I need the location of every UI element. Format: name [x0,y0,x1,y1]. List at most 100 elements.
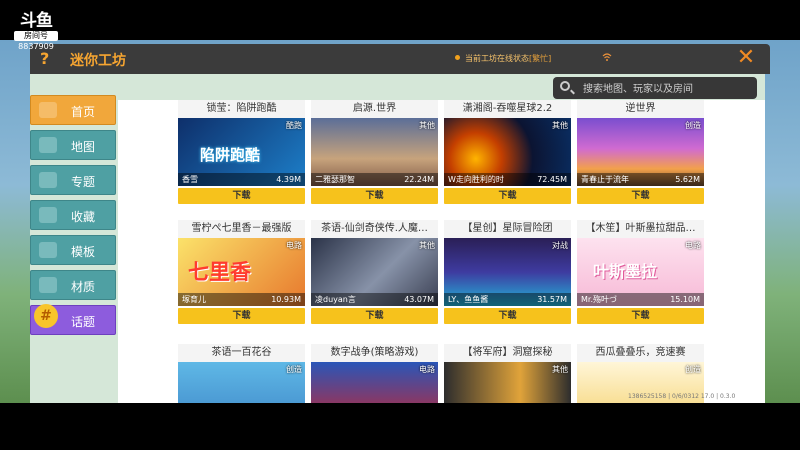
card-author: 二雅瑟那智 [315,175,355,184]
card-category-tag: 其他 [552,121,568,130]
sidebar-item-label: 话题 [71,315,96,329]
close-button[interactable]: ✕ [734,46,758,70]
template-icon [39,242,57,258]
sidebar-item-materials[interactable]: 材质 [30,270,116,300]
map-card[interactable]: 【木笙】叶斯墨拉甜品… 叶斯墨拉 电路 Mr.殇叶づ 15.10M 下载 [577,220,704,324]
topic-book-icon [39,172,57,188]
douyu-logo: 斗鱼 [20,11,53,31]
map-icon [39,137,57,153]
card-thumbnail[interactable]: 其他 W走向胜利的时 72.45M [444,118,571,186]
card-meta: 青春止于流年 5.62M [577,173,704,186]
sidebar-item-hot-topic[interactable]: # 话题 [30,304,116,335]
card-author: Mr.殇叶づ [581,295,617,304]
window-title: 迷你工坊 [70,53,126,69]
download-button[interactable]: 下载 [577,188,704,204]
card-title: 茶语-仙剑奇侠传.人魔… [311,220,438,238]
download-button[interactable]: 下载 [178,188,305,204]
card-thumbnail[interactable]: 其他 二雅瑟那智 22.24M [311,118,438,186]
card-category-tag: 其他 [552,365,568,374]
card-thumbnail[interactable]: 创造 [178,362,305,403]
card-size: 43.07M [404,295,434,304]
sidebar-item-label: 收藏 [71,210,96,224]
download-button[interactable]: 下载 [577,308,704,324]
online-status: 当前工坊在线状态[繁忙] [455,53,551,64]
download-button[interactable]: 下载 [311,188,438,204]
card-meta: LY、鱼鱼酱 31.57M [444,293,571,306]
card-title: 数字战争(策略游戏) [311,344,438,362]
download-button[interactable]: 下载 [444,188,571,204]
card-title: 【星创】星际冒险团 [444,220,571,238]
search-input[interactable] [581,80,755,98]
download-button[interactable]: 下载 [444,308,571,324]
heart-icon [39,207,57,223]
card-category-tag: 其他 [419,121,435,130]
card-meta: W走向胜利的时 72.45M [444,173,571,186]
card-category-tag: 酷跑 [286,121,302,130]
sidebar-item-label: 模板 [71,245,96,259]
card-thumbnail[interactable]: 电路 [311,362,438,403]
card-category-tag: 对战 [552,241,568,250]
map-card[interactable]: 【将军府】洞窟探秘 其他 [444,344,571,403]
card-meta: 凌duyan言 43.07M [311,293,438,306]
card-thumbnail[interactable]: 七里香 电路 塚育儿 10.93M [178,238,305,306]
search-icon [560,81,570,91]
search-box[interactable] [553,77,757,99]
sidebar-item-templates[interactable]: 模板 [30,235,116,265]
app-screen: 斗鱼 房间号 8837909 ? 迷你工坊 当前工坊在线状态[繁忙] ✕ 首页 … [0,0,800,450]
map-card[interactable]: 数字战争(策略游戏) 电路 [311,344,438,403]
card-thumbnail[interactable]: 其他 凌duyan言 43.07M [311,238,438,306]
card-author: 凌duyan言 [315,295,356,304]
map-card[interactable]: 启源.世界 其他 二雅瑟那智 22.24M 下载 [311,100,438,204]
map-card[interactable]: 逆世界 创造 青春止于流年 5.62M 下载 [577,100,704,204]
sidebar-item-label: 材质 [71,280,96,294]
card-title: 【将军府】洞窟探秘 [444,344,571,362]
download-button[interactable]: 下载 [311,308,438,324]
window-titlebar: ? 迷你工坊 当前工坊在线状态[繁忙] ✕ [30,44,770,74]
card-title: 【木笙】叶斯墨拉甜品… [577,220,704,238]
card-author: LY、鱼鱼酱 [448,295,489,304]
card-category-tag: 电路 [286,241,302,250]
sidebar-item-label: 专题 [71,175,96,189]
card-title: 启源.世界 [311,100,438,118]
status-dot-icon [455,55,460,60]
map-card[interactable]: 茶语一百花谷 创造 [178,344,305,403]
card-category-tag: 电路 [419,365,435,374]
card-title: 锁莹：陷阱跑酷 [178,100,305,118]
map-card[interactable]: 潇湘阁-吞噬星球2.2 其他 W走向胜利的时 72.45M 下载 [444,100,571,204]
sidebar-item-favorites[interactable]: 收藏 [30,200,116,230]
card-thumbnail[interactable]: 创造 青春止于流年 5.62M [577,118,704,186]
download-button[interactable]: 下载 [178,308,305,324]
map-card[interactable]: 雪柠ぺ七里香－最强版 七里香 电路 塚育儿 10.93M 下载 [178,220,305,324]
stream-bottom-bar [0,403,800,450]
map-card[interactable]: 【星创】星际冒险团 对战 LY、鱼鱼酱 31.57M 下载 [444,220,571,324]
status-value: [繁忙] [529,54,552,63]
card-category-tag: 电路 [685,241,701,250]
card-author: W走向胜利的时 [448,175,504,184]
card-size: 22.24M [404,175,434,184]
map-card[interactable]: 锁莹：陷阱跑酷 陷阱跑酷 酷跑 香雪 4.39M 下载 [178,100,305,204]
card-thumbnail[interactable]: 对战 LY、鱼鱼酱 31.57M [444,238,571,306]
card-title: 茶语一百花谷 [178,344,305,362]
card-category-tag: 创造 [685,121,701,130]
card-thumbnail[interactable]: 叶斯墨拉 电路 Mr.殇叶づ 15.10M [577,238,704,306]
hashtag-icon: # [34,304,58,328]
thumbnail-text: 七里香 [188,260,251,284]
card-thumbnail[interactable]: 其他 [444,362,571,403]
card-size: 4.39M [276,175,301,184]
sidebar-item-topics[interactable]: 专题 [30,165,116,195]
card-size: 10.93M [271,295,301,304]
card-meta: 香雪 4.39M [178,173,305,186]
card-size: 15.10M [670,295,700,304]
signal-icon [602,52,612,62]
map-card[interactable]: 茶语-仙剑奇侠传.人魔… 其他 凌duyan言 43.07M 下载 [311,220,438,324]
card-author: 青春止于流年 [581,175,629,184]
card-author: 塚育儿 [182,295,206,304]
stream-top-bar [0,0,800,40]
sidebar-item-map[interactable]: 地图 [30,130,116,160]
card-size: 5.62M [675,175,700,184]
card-size: 31.57M [537,295,567,304]
sidebar-item-home[interactable]: 首页 [30,95,116,125]
card-thumbnail[interactable]: 陷阱跑酷 酷跑 香雪 4.39M [178,118,305,186]
card-meta: Mr.殇叶づ 15.10M [577,293,704,306]
douyu-watermark: 斗鱼 房间号 8837909 [14,12,58,52]
